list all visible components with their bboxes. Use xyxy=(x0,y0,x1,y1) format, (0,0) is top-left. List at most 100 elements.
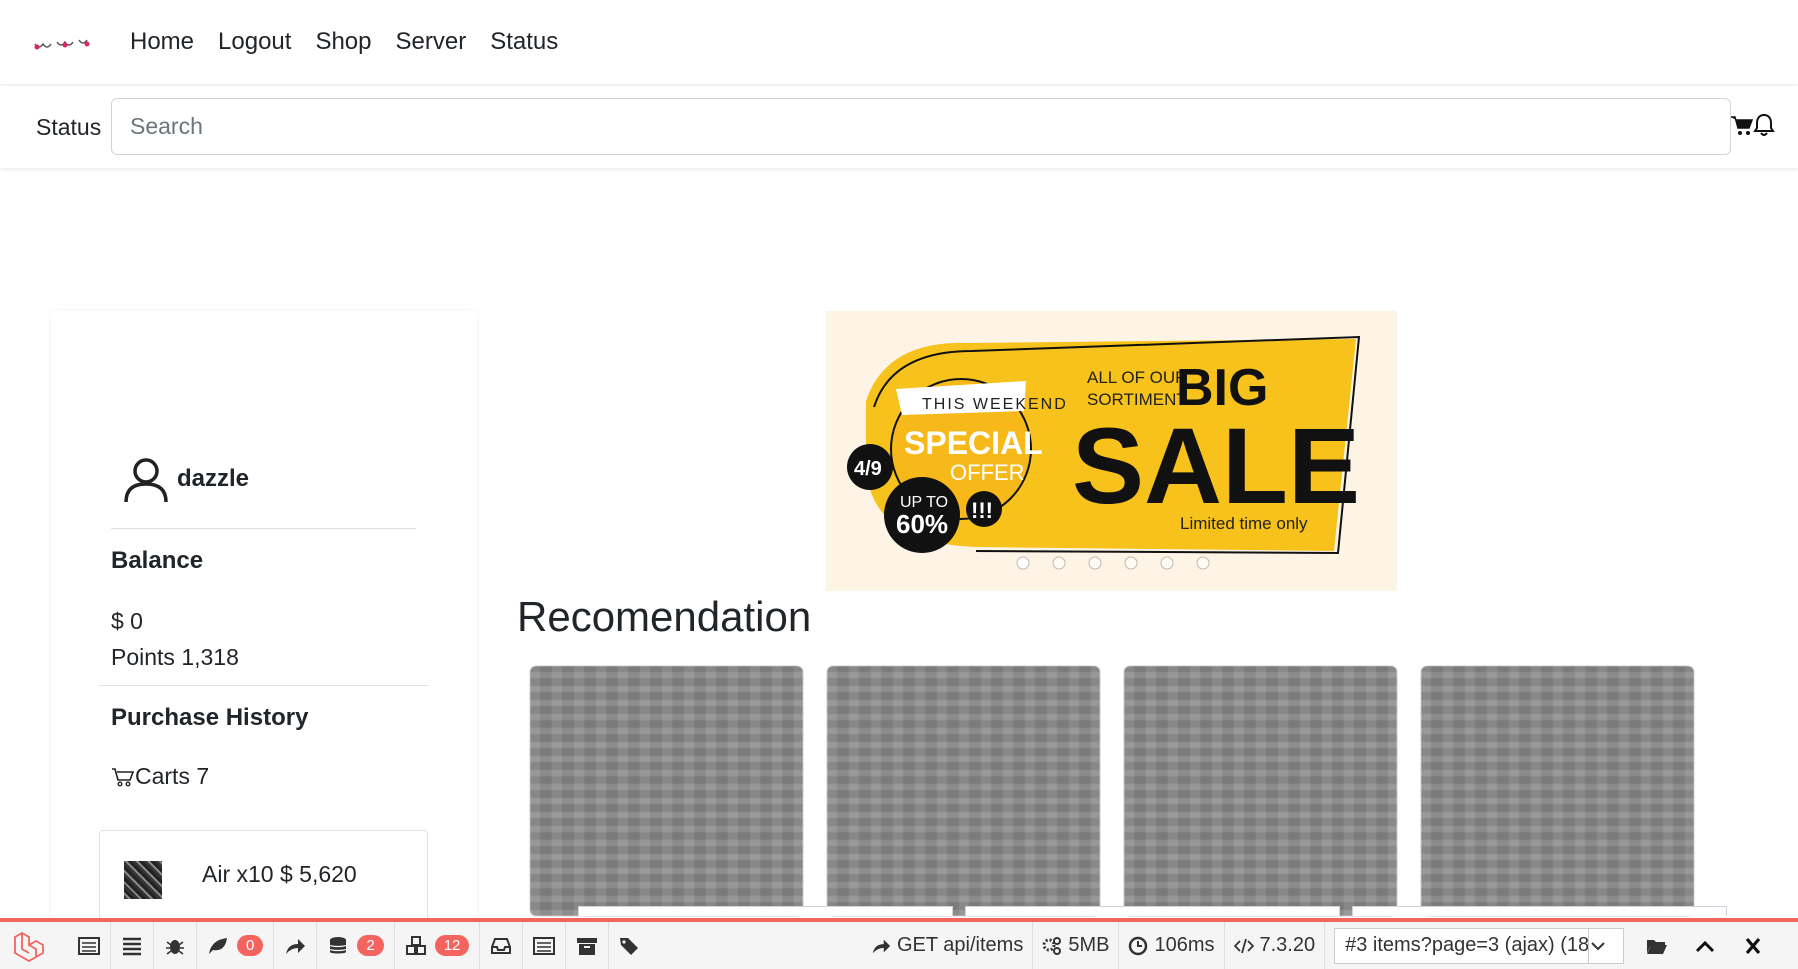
date-text: 4/9 xyxy=(854,458,882,480)
cart-icon[interactable] xyxy=(1730,114,1754,138)
special-text: SPECIAL xyxy=(904,425,1043,461)
points-value: Points 1,318 xyxy=(111,644,239,670)
percent-text: 60% xyxy=(896,509,948,539)
carousel-dot[interactable] xyxy=(1052,556,1066,570)
carousel-dot[interactable] xyxy=(1124,556,1138,570)
time-info: 106ms xyxy=(1118,922,1223,969)
purchase-history-title: Purchase History xyxy=(111,704,309,731)
session-tab[interactable] xyxy=(609,922,651,969)
top-navbar: Home Logout Shop Server Status xyxy=(0,0,1798,84)
carousel-dot[interactable] xyxy=(1160,556,1174,570)
exclaim-text: !!! xyxy=(971,498,993,523)
product-image[interactable] xyxy=(827,666,1100,916)
nav-logout[interactable]: Logout xyxy=(218,28,291,56)
sale-text: SALE xyxy=(1072,405,1360,526)
cart-item-text: Air x10 $ 5,620 xyxy=(202,861,357,887)
divider xyxy=(111,528,416,529)
bell-icon[interactable] xyxy=(1752,112,1776,138)
share-icon xyxy=(286,938,306,954)
product-card[interactable] xyxy=(965,906,1340,916)
carousel-dot[interactable] xyxy=(1196,556,1210,570)
version-text: 7.3.20 xyxy=(1259,934,1316,956)
archive-icon xyxy=(577,937,598,955)
mails-tab[interactable] xyxy=(480,922,524,969)
queries-tab[interactable]: 2 xyxy=(317,922,395,969)
close-icon xyxy=(1745,937,1761,954)
debug-bar: 0 2 12 GET api/items 5MB 106ms 7.3.20 #3… xyxy=(0,918,1798,969)
offer-text: OFFER xyxy=(950,460,1025,485)
request-select-value: #3 items?page=3 (ajax) (18:1 xyxy=(1345,934,1588,956)
timeline-tab[interactable] xyxy=(111,922,154,969)
views-badge: 0 xyxy=(237,935,264,956)
all-of-our-text: ALL OF OUR xyxy=(1087,368,1187,387)
balance-value: $ 0 xyxy=(111,608,143,634)
divider xyxy=(99,685,428,686)
username: dazzle xyxy=(177,465,250,492)
section-title: Recomendation xyxy=(517,593,812,640)
this-weekend-text: THIS WEEKEND xyxy=(922,396,1068,413)
promo-banner[interactable]: THIS WEEKEND SPECIAL OFFER 4/9 UP TO 60%… xyxy=(826,311,1397,591)
brand-logo[interactable] xyxy=(32,30,92,54)
laravel-logo-icon[interactable] xyxy=(12,929,46,963)
balance-title: Balance xyxy=(111,547,204,574)
profile-sidebar: dazzle Balance $ 0 Points 1,318 Purchase… xyxy=(51,311,477,931)
tasks-icon xyxy=(123,937,141,955)
chevron-down-icon xyxy=(1587,928,1613,963)
product-image[interactable] xyxy=(530,666,803,916)
code-icon xyxy=(1233,938,1254,953)
user-row: dazzle xyxy=(121,454,249,504)
search-input[interactable] xyxy=(111,98,1731,155)
product-card[interactable] xyxy=(578,906,953,916)
memory-text: 5MB xyxy=(1068,934,1110,956)
bug-icon xyxy=(166,939,184,955)
chevron-up-icon xyxy=(1696,940,1715,952)
queries-badge: 2 xyxy=(357,935,384,956)
cubes-icon xyxy=(405,935,426,955)
nav-status[interactable]: Status xyxy=(490,28,558,56)
route-tab[interactable] xyxy=(274,922,318,969)
debug-status-area: GET api/items 5MB 106ms 7.3.20 #3 items?… xyxy=(862,922,1777,969)
request-select[interactable]: #3 items?page=3 (ajax) (18:1 xyxy=(1334,927,1625,964)
carousel-dot[interactable] xyxy=(1088,556,1102,570)
carousel-dot[interactable] xyxy=(1016,556,1030,570)
product-image[interactable] xyxy=(1421,666,1694,916)
request-text: GET api/items xyxy=(897,934,1024,956)
database-icon xyxy=(329,936,347,953)
gate-tab[interactable] xyxy=(566,922,610,969)
list-icon xyxy=(78,936,100,955)
models-badge: 12 xyxy=(434,935,470,956)
share-icon xyxy=(872,939,891,953)
request-info: GET api/items xyxy=(862,922,1032,969)
carts-link[interactable]: Carts 7 xyxy=(111,763,209,790)
product-image[interactable] xyxy=(1124,666,1397,916)
cogs-icon xyxy=(1042,936,1062,955)
version-info: 7.3.20 xyxy=(1223,922,1325,969)
limited-text: Limited time only xyxy=(1180,514,1308,533)
open-folder-button[interactable] xyxy=(1633,922,1681,969)
search-bar: Status xyxy=(0,86,1798,168)
product-card[interactable] xyxy=(1352,906,1727,916)
auth-tab[interactable] xyxy=(523,922,567,969)
nav-shop[interactable]: Shop xyxy=(315,28,371,56)
list-alt-icon xyxy=(533,936,556,955)
memory-info: 5MB xyxy=(1032,922,1118,969)
inbox-icon xyxy=(491,937,512,954)
messages-tab[interactable] xyxy=(68,922,111,969)
models-tab[interactable]: 12 xyxy=(395,922,481,969)
exceptions-tab[interactable] xyxy=(154,922,197,969)
tags-icon xyxy=(620,937,639,955)
carts-count: Carts 7 xyxy=(135,763,210,789)
sale-banner-graphic: THIS WEEKEND SPECIAL OFFER 4/9 UP TO 60%… xyxy=(826,311,1397,591)
cart-outline-icon xyxy=(112,767,135,787)
views-tab[interactable]: 0 xyxy=(197,922,275,969)
cart-item[interactable]: Air x10 $ 5,620 xyxy=(99,830,428,931)
status-label[interactable]: Status xyxy=(36,114,101,141)
maximize-button[interactable] xyxy=(1681,922,1729,969)
folder-open-icon xyxy=(1647,939,1668,954)
request-select-wrap: #3 items?page=3 (ajax) (18:1 xyxy=(1324,922,1633,969)
nav-server[interactable]: Server xyxy=(396,28,467,56)
clock-icon xyxy=(1129,936,1148,955)
nav-home[interactable]: Home xyxy=(130,28,194,56)
close-button[interactable] xyxy=(1729,922,1777,969)
user-icon xyxy=(124,458,168,503)
